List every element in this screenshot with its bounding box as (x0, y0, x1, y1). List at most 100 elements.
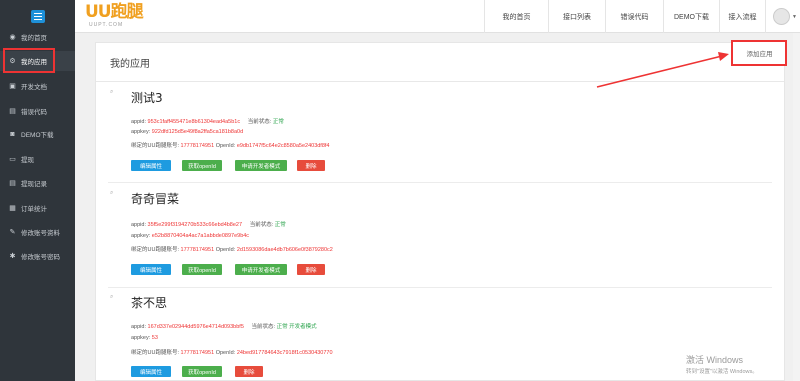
chevron-down-icon[interactable]: ▼ (792, 14, 797, 20)
nav-error-codes[interactable]: 错误代码 (605, 0, 663, 33)
appid-row: appid: 35f5e299f3194270b533c66ebd4b8e27 … (131, 220, 286, 228)
appid-value: 953c1faff455471e8b61304ead4a5b1c (147, 119, 241, 125)
appkey-value: e52b8870404a4ac7a1abbde0897e9b4c (151, 233, 250, 239)
avatar[interactable] (773, 8, 790, 25)
chat-icon: ◙ (10, 130, 15, 138)
get-openid-button[interactable]: 获取openId (182, 160, 222, 171)
sidebar-item-label: 修改账号资料 (21, 230, 60, 237)
openid-value: 2d1593086dae4db7b606e0f3879280c2 (236, 247, 333, 253)
appkey-row: appkey: 922dfd125d5e49f8a2ffa5ca181b8a0d (131, 129, 243, 135)
appkey-value: 922dfd125d5e49f8a2ffa5ca181b8a0d (151, 129, 244, 135)
sidebar-item-order-stats[interactable]: ▦ 订单统计 (0, 198, 75, 218)
app-name: 奇奇冒菜 (131, 192, 180, 206)
edit-properties-button[interactable]: 编辑属性 (131, 160, 171, 171)
list-icon: ▤ (9, 180, 16, 187)
sidebar: ◉ 我的首页 ⚙ 我的应用 ▣ 开发文档 ▤ 错误代码 ◙ DEMO下载 ▭ 提现 ▤ 提现记… (0, 0, 75, 381)
sidebar-item-label: 开发文档 (21, 84, 47, 91)
add-app-button[interactable]: 添加应用 (733, 42, 786, 64)
appid-label: appid: (131, 222, 146, 228)
apply-dev-mode-button[interactable]: 申请开发者模式 (235, 264, 287, 275)
get-openid-button[interactable]: 获取openId (182, 366, 222, 377)
doc-icon: ▤ (9, 108, 16, 115)
edit-properties-button[interactable]: 编辑属性 (131, 264, 171, 275)
watermark-title: 激活 Windows (686, 355, 744, 365)
app-card: ⌕ 奇奇冒菜 appid: 35f5e299f3194270b533c66ebd… (108, 190, 772, 288)
bound-row: 绑定的UU跑腿账号: 17778174951 OpenId: e9db1747f… (131, 141, 330, 149)
user-icon: ✎ (9, 229, 16, 236)
menu-toggle-icon[interactable] (30, 10, 45, 23)
app-card: ⌕ 测试3 appid: 953c1faff455471e8b61304ead4… (108, 89, 772, 183)
openid-label: OpenId: (215, 143, 236, 149)
logo-text: UU跑腿 (85, 2, 144, 22)
divider (96, 81, 784, 82)
appkey-value: 53 (151, 335, 158, 341)
nav-integration-flow[interactable]: 接入流程 (719, 0, 765, 33)
logo-subtext: UUPT.COM (89, 22, 124, 28)
status-value: 正常 (272, 119, 284, 125)
bound-label: 绑定的UU跑腿账号: (131, 247, 179, 253)
status-value: 正常 (274, 222, 286, 228)
openid-label: OpenId: (215, 350, 236, 356)
status-value: 正常 (276, 324, 288, 330)
nav-home[interactable]: 我的首页 (484, 0, 548, 33)
bound-label: 绑定的UU跑腿账号: (131, 143, 179, 149)
gear-icon: ✱ (9, 253, 16, 260)
top-navbar: UU跑腿 UUPT.COM 我的首页 接口列表 错误代码 DEMO下载 接入流程… (75, 0, 800, 33)
sidebar-item-error-codes[interactable]: ▤ 错误代码 (0, 101, 75, 121)
sidebar-item-change-password[interactable]: ✱ 修改账号密码 (0, 246, 75, 266)
sidebar-item-edit-profile[interactable]: ✎ 修改账号资料 (0, 222, 75, 242)
windows-activation-watermark: 激活 Windows 转到"设置"以激活 Windows。 (686, 353, 758, 375)
edit-properties-button[interactable]: 编辑属性 (131, 366, 171, 377)
sidebar-item-label: 订单统计 (21, 206, 47, 213)
watermark-subtitle: 转到"设置"以激活 Windows。 (686, 369, 758, 375)
appid-value: 167d337e02944dd5976e4714d093bbf5 (147, 324, 244, 330)
sidebar-item-label: 修改账号密码 (21, 254, 60, 261)
status-label: 当前状态: (251, 324, 276, 330)
sidebar-item-label: 我的首页 (21, 35, 47, 42)
status-label: 当前状态: (247, 119, 272, 125)
delete-button[interactable]: 删除 (235, 366, 263, 377)
appkey-label: appkey: (131, 129, 151, 135)
sidebar-item-label: 提现记录 (21, 181, 47, 188)
sidebar-item-my-apps[interactable]: ⚙ 我的应用 (0, 51, 75, 71)
delete-button[interactable]: 删除 (297, 160, 325, 171)
divider (108, 287, 772, 288)
appkey-label: appkey: (131, 233, 151, 239)
openid-value: e9db1747f5c64e2c8580a5e2403df8f4 (236, 143, 330, 149)
app-name: 茶不思 (131, 296, 168, 310)
openid-value: 24bed917784643c7918f1c0530430770 (236, 350, 333, 356)
appkey-row: appkey: e52b8870404a4ac7a1abbde0897e9b4c (131, 233, 249, 239)
sidebar-item-dev-docs[interactable]: ▣ 开发文档 (0, 76, 75, 96)
brand-logo[interactable]: UU跑腿 UUPT.COM (85, 3, 145, 30)
app-name: 测试3 (131, 91, 163, 105)
appkey-label: appkey: (131, 335, 151, 341)
bound-row: 绑定的UU跑腿账号: 17778174951 OpenId: 2d1593086… (131, 245, 333, 253)
dev-mode-status: 开发者模式 (289, 324, 317, 330)
scrollbar[interactable] (793, 33, 800, 381)
divider (108, 182, 772, 183)
get-openid-button[interactable]: 获取openId (182, 264, 222, 275)
list-icon: ▭ (9, 156, 16, 163)
appid-row: appid: 167d337e02944dd5976e4714d093bbf5 … (131, 322, 317, 330)
appid-row: appid: 953c1faff455471e8b61304ead4a5b1c … (131, 117, 284, 125)
page-title: 我的应用 (110, 59, 150, 70)
pin-icon: ⌕ (110, 294, 114, 300)
nav-demo-download[interactable]: DEMO下载 (663, 0, 719, 33)
delete-button[interactable]: 删除 (297, 264, 325, 275)
pin-icon: ⌕ (110, 190, 114, 196)
sidebar-item-withdraw-records[interactable]: ▤ 提现记录 (0, 173, 75, 193)
sidebar-item-home[interactable]: ◉ 我的首页 (0, 27, 75, 47)
apply-dev-mode-button[interactable]: 申请开发者模式 (235, 160, 287, 171)
sidebar-item-label: DEMO下载 (21, 132, 54, 139)
app-card: ⌕ 茶不思 appid: 167d337e02944dd5976e4714d09… (108, 294, 772, 381)
sidebar-item-demo[interactable]: ◙ DEMO下载 (0, 124, 75, 144)
status-label: 当前状态: (249, 222, 274, 228)
apps-icon: ⚙ (9, 58, 16, 65)
sidebar-item-withdraw[interactable]: ▭ 提现 (0, 149, 75, 169)
openid-label: OpenId: (215, 247, 236, 253)
nav-api-list[interactable]: 接口列表 (548, 0, 605, 33)
sidebar-item-label: 提现 (21, 157, 34, 164)
sidebar-item-label: 错误代码 (21, 109, 47, 116)
appid-label: appid: (131, 324, 146, 330)
dashboard-icon: ◉ (9, 34, 16, 41)
